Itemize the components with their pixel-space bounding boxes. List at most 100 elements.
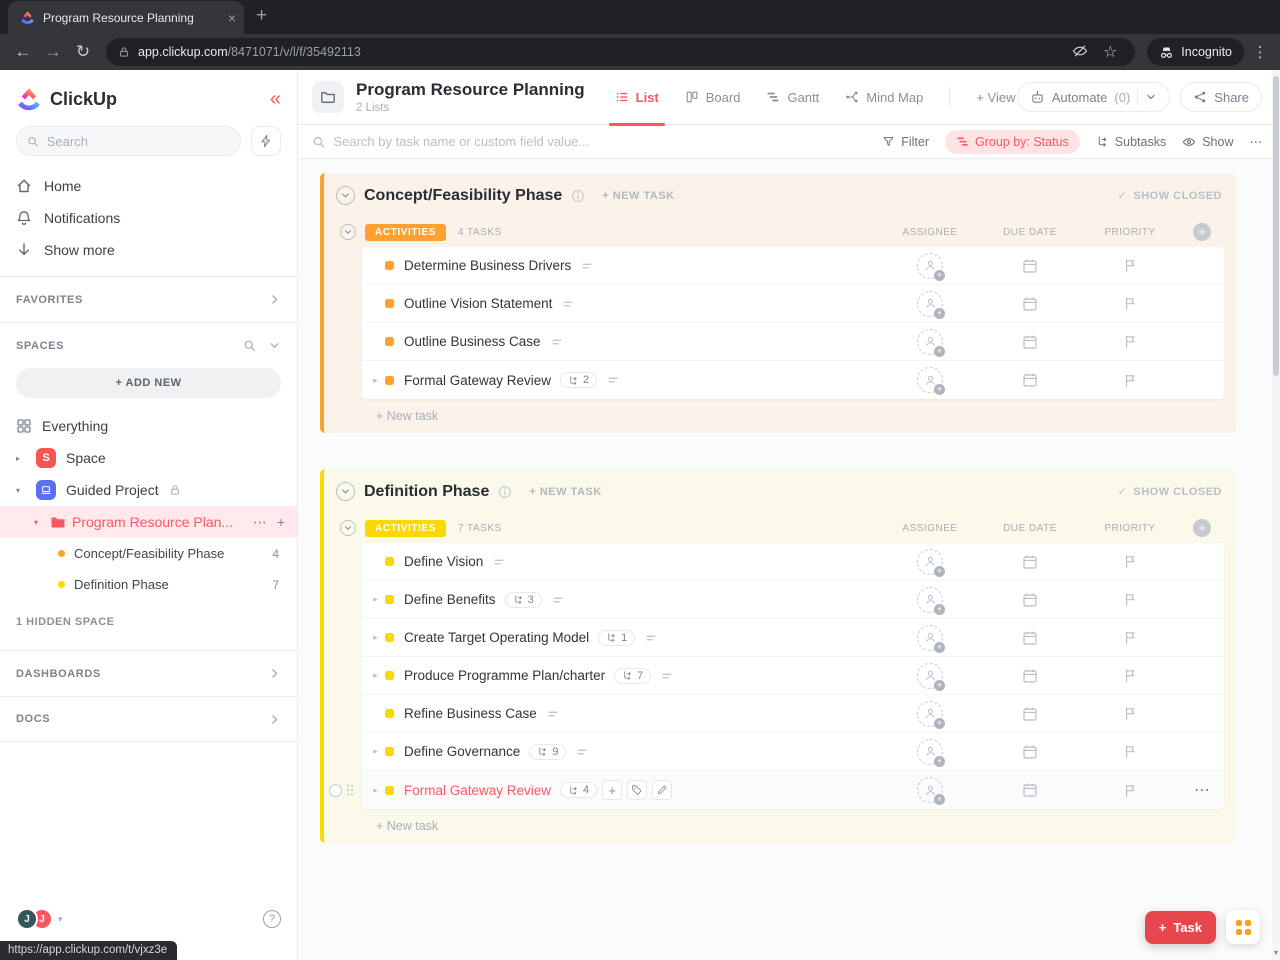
sidebar-item-home[interactable]: Home bbox=[0, 170, 297, 202]
add-assignee-icon[interactable]: + bbox=[917, 662, 945, 691]
expand-subtasks-icon[interactable]: ▸ bbox=[368, 785, 383, 796]
add-column-icon[interactable]: + bbox=[1193, 519, 1211, 537]
forward-icon[interactable]: → bbox=[38, 38, 68, 66]
status-bullet[interactable] bbox=[385, 785, 394, 795]
folder-chip[interactable] bbox=[312, 81, 344, 113]
sidebar-section-favorites[interactable]: FAVORITES bbox=[0, 276, 297, 322]
sidebar-item-definition-phase[interactable]: Definition Phase 7 bbox=[0, 569, 297, 600]
chevron-down-icon[interactable] bbox=[268, 339, 281, 352]
group-new-task-button[interactable]: + NEW TASK bbox=[602, 190, 674, 202]
column-priority[interactable]: PRIORITY bbox=[1080, 523, 1180, 534]
add-assignee-icon[interactable]: + bbox=[917, 290, 945, 319]
filter-button[interactable]: Filter bbox=[882, 135, 929, 149]
help-button[interactable]: ? bbox=[263, 910, 281, 928]
collapse-expand-icon[interactable]: ▾ bbox=[16, 486, 26, 495]
browser-tab[interactable]: Program Resource Planning × bbox=[8, 1, 244, 34]
sidebar-search-input[interactable] bbox=[46, 133, 230, 149]
subtask-count-pill[interactable]: 7 bbox=[614, 667, 652, 684]
subtask-count-pill[interactable]: 9 bbox=[529, 743, 567, 760]
due-date-icon[interactable] bbox=[1022, 258, 1038, 274]
status-bullet[interactable] bbox=[385, 595, 394, 604]
status-bullet[interactable] bbox=[385, 261, 394, 270]
show-button[interactable]: Show bbox=[1182, 135, 1234, 149]
task-row[interactable]: Refine Business Case + bbox=[362, 695, 1224, 733]
user-avatar[interactable]: J bbox=[16, 908, 38, 930]
sidebar-item-everything[interactable]: Everything bbox=[0, 410, 297, 442]
due-date-icon[interactable] bbox=[1022, 296, 1038, 312]
back-icon[interactable]: ← bbox=[8, 38, 38, 66]
sidebar-section-dashboards[interactable]: DASHBOARDS bbox=[0, 650, 297, 696]
rename-pencil-icon[interactable] bbox=[652, 780, 673, 800]
status-bullet[interactable] bbox=[385, 557, 394, 566]
task-name[interactable]: Produce Programme Plan/charter bbox=[404, 668, 605, 683]
due-date-icon[interactable] bbox=[1022, 372, 1038, 388]
task-name[interactable]: Outline Vision Statement bbox=[404, 296, 552, 311]
refresh-icon[interactable]: ↻ bbox=[68, 38, 98, 66]
priority-flag-icon[interactable] bbox=[1123, 783, 1138, 798]
due-date-icon[interactable] bbox=[1022, 782, 1038, 798]
status-bullet[interactable] bbox=[385, 299, 394, 308]
collapse-status-icon[interactable] bbox=[340, 520, 356, 536]
expand-subtasks-icon[interactable]: ▸ bbox=[368, 594, 383, 605]
description-icon[interactable] bbox=[644, 631, 658, 645]
status-bullet[interactable] bbox=[385, 633, 394, 642]
chevron-right-icon[interactable] bbox=[268, 293, 281, 306]
more-options-icon[interactable]: ⋯ bbox=[1250, 134, 1263, 149]
description-icon[interactable] bbox=[492, 555, 506, 569]
add-assignee-icon[interactable]: + bbox=[917, 548, 945, 577]
share-button[interactable]: Share bbox=[1180, 82, 1262, 112]
task-name[interactable]: Formal Gateway Review bbox=[404, 373, 551, 388]
new-task-button[interactable]: + Task bbox=[1144, 910, 1216, 944]
task-name[interactable]: Define Benefits bbox=[404, 592, 496, 607]
priority-flag-icon[interactable] bbox=[1123, 744, 1138, 759]
sidebar-item-notifications[interactable]: Notifications bbox=[0, 202, 297, 234]
automate-button[interactable]: Automate (0) bbox=[1016, 82, 1171, 112]
priority-flag-icon[interactable] bbox=[1123, 296, 1138, 311]
task-name[interactable]: Outline Business Case bbox=[404, 334, 541, 349]
status-badge[interactable]: ACTIVITIES bbox=[365, 223, 447, 241]
quick-action-button[interactable] bbox=[251, 126, 281, 156]
task-row[interactable]: Outline Vision Statement + bbox=[362, 285, 1224, 323]
expand-subtasks-icon[interactable]: ▸ bbox=[368, 670, 383, 681]
info-icon[interactable] bbox=[571, 189, 585, 203]
browser-menu-icon[interactable]: ⋮ bbox=[1248, 43, 1272, 61]
task-row[interactable]: ▸ Define Governance 9 + bbox=[362, 733, 1224, 771]
priority-flag-icon[interactable] bbox=[1123, 630, 1138, 645]
collapse-group-icon[interactable] bbox=[336, 482, 355, 501]
task-row[interactable]: ▸ Define Benefits 3 + bbox=[362, 581, 1224, 619]
due-date-icon[interactable] bbox=[1022, 706, 1038, 722]
sidebar-search[interactable] bbox=[16, 126, 241, 156]
priority-flag-icon[interactable] bbox=[1123, 592, 1138, 607]
spaces-search-icon[interactable] bbox=[243, 339, 256, 352]
show-closed-button[interactable]: ✓ SHOW CLOSED bbox=[1118, 485, 1222, 499]
add-assignee-icon[interactable]: + bbox=[917, 367, 945, 395]
status-bullet[interactable] bbox=[385, 375, 394, 385]
task-row[interactable]: ▸ Produce Programme Plan/charter 7 + bbox=[362, 657, 1224, 695]
collapse-group-icon[interactable] bbox=[336, 186, 355, 205]
expand-icon[interactable]: ▸ bbox=[16, 454, 26, 463]
task-row[interactable]: ▸ Formal Gateway Review 2 + bbox=[362, 361, 1224, 399]
tab-list[interactable]: List bbox=[608, 70, 665, 126]
tab-mind-map[interactable]: Mind Map bbox=[845, 70, 923, 125]
show-closed-button[interactable]: ✓ SHOW CLOSED bbox=[1118, 189, 1222, 203]
collapse-expand-icon[interactable]: ▾ bbox=[34, 518, 44, 527]
scroll-down-arrow[interactable]: ▾ bbox=[1272, 946, 1280, 960]
priority-flag-icon[interactable] bbox=[1123, 668, 1138, 683]
add-assignee-icon[interactable]: + bbox=[917, 738, 945, 767]
task-row-hovered[interactable]: ▸ Formal Gateway Review 4 + + ⋯ bbox=[329, 771, 1224, 809]
add-assignee-icon[interactable]: + bbox=[917, 624, 945, 653]
task-name[interactable]: Formal Gateway Review bbox=[404, 783, 551, 798]
description-icon[interactable] bbox=[606, 373, 620, 387]
add-assignee-icon[interactable]: + bbox=[917, 328, 945, 357]
sidebar-item-guided-project[interactable]: ▾ Guided Project bbox=[0, 474, 297, 506]
priority-flag-icon[interactable] bbox=[1123, 334, 1138, 349]
add-task-button[interactable]: + New task bbox=[324, 399, 1236, 425]
subtasks-button[interactable]: Subtasks bbox=[1096, 135, 1166, 149]
task-name[interactable]: Define Governance bbox=[404, 744, 520, 759]
description-icon[interactable] bbox=[580, 259, 594, 273]
priority-flag-icon[interactable] bbox=[1123, 373, 1138, 388]
description-icon[interactable] bbox=[575, 745, 589, 759]
add-assignee-icon[interactable]: + bbox=[917, 252, 945, 281]
add-assignee-icon[interactable]: + bbox=[917, 700, 945, 729]
quick-add-icon[interactable]: + bbox=[602, 780, 623, 800]
